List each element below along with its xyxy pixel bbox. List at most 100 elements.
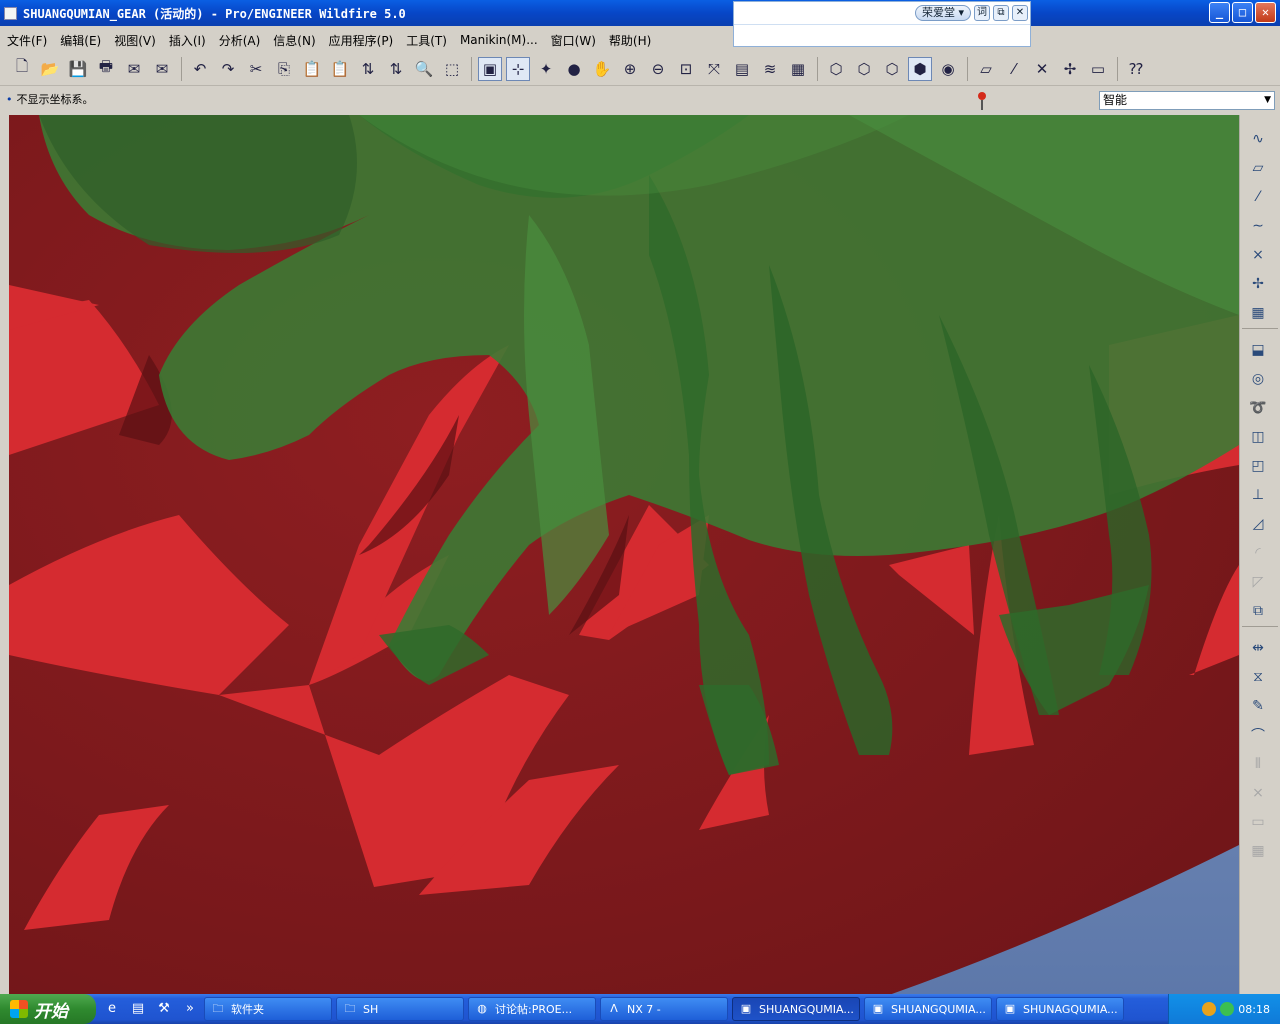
taskbar-button[interactable]: 🗀 软件夹 — [204, 997, 332, 1021]
shell-icon[interactable]: ◰ — [1246, 454, 1270, 478]
trim-icon[interactable]: ✎ — [1246, 694, 1270, 718]
select-box-icon[interactable]: ⬚ — [440, 57, 464, 81]
view-manager-icon[interactable]: ▣ — [478, 56, 502, 81]
paste-special-icon[interactable]: 📋 — [328, 57, 352, 81]
menu-item-4[interactable]: 分析(A) — [219, 32, 261, 49]
taskbar-button[interactable]: ◍ 讨论帖:PROE... — [468, 997, 596, 1021]
ime-word-button[interactable]: 词 — [974, 5, 990, 21]
sketch-icon[interactable]: ∿ — [1246, 127, 1270, 151]
refit-icon[interactable]: ⊡ — [674, 57, 698, 81]
taskbar-button[interactable]: ꓥ NX 7 - — [600, 997, 728, 1021]
title-bar[interactable]: SHUANGQUMIAN_GEAR (活动的) - Pro/ENGINEER W… — [0, 0, 1280, 26]
pattern-icon[interactable]: ⧉ — [1246, 599, 1270, 623]
menu-item-7[interactable]: 工具(T) — [406, 32, 447, 49]
layers-icon[interactable]: ≋ — [758, 57, 782, 81]
start-button[interactable]: 开始 — [0, 994, 96, 1024]
menu-item-9[interactable]: 窗口(W) — [551, 32, 596, 49]
datum-csys-icon[interactable]: ✢ — [1058, 57, 1082, 81]
taskbar-button[interactable]: 🗀 SH — [336, 997, 464, 1021]
notepad-icon[interactable]: ▤ — [128, 999, 148, 1019]
ime-restore-button[interactable]: ⧉ — [993, 5, 1009, 21]
menu-item-5[interactable]: 信息(N) — [273, 32, 315, 49]
thicken-icon[interactable]: ▭ — [1246, 810, 1270, 834]
menu-item-0[interactable]: 文件(F) — [7, 32, 47, 49]
datum-axis-icon[interactable]: ⁄ — [1246, 185, 1270, 209]
draft-icon[interactable]: ◿ — [1246, 512, 1270, 536]
datum-axes-icon[interactable]: ⁄ — [1002, 57, 1026, 81]
traffic-light-icon[interactable] — [976, 91, 988, 111]
tool-icon[interactable]: ⚒ — [154, 999, 174, 1019]
find-icon[interactable]: 🔍 — [412, 57, 436, 81]
qq-icon[interactable] — [1202, 1002, 1217, 1016]
quicklaunch-more-button[interactable]: » — [180, 999, 200, 1019]
network-icon[interactable] — [1220, 1002, 1235, 1016]
copy-icon[interactable]: ⎘ — [272, 57, 296, 81]
datum-point-icon[interactable]: × — [1246, 243, 1270, 267]
solidify-icon[interactable]: ▦ — [1246, 839, 1270, 863]
taskbar-button[interactable]: ▣ SHUANGQUMIA... — [864, 997, 992, 1021]
ime-name-button[interactable]: 荣爱堂 ▾ — [914, 5, 971, 21]
close-button[interactable]: ✕ — [1255, 2, 1276, 23]
minimize-button[interactable]: _ — [1209, 2, 1230, 23]
undo-icon[interactable]: ↶ — [188, 57, 212, 81]
paste-icon[interactable]: 📋 — [300, 57, 324, 81]
email-attach-icon[interactable]: ✉ — [150, 57, 174, 81]
ie-icon[interactable]: e — [102, 999, 122, 1019]
zoom-in-icon[interactable]: ⊕ — [618, 57, 642, 81]
reorient-icon[interactable]: ⤧ — [702, 57, 726, 81]
context-help-icon[interactable]: ⁇ — [1124, 57, 1148, 81]
wireframe-icon[interactable]: ⬡ — [824, 57, 848, 81]
clock[interactable]: 08:18 — [1238, 1003, 1270, 1016]
analysis-feature-icon[interactable]: ▦ — [1246, 301, 1270, 325]
chamfer-icon[interactable]: ◸ — [1246, 570, 1270, 594]
annotation-icon[interactable]: ▭ — [1086, 57, 1110, 81]
pan-icon[interactable]: ✋ — [590, 57, 614, 81]
extend-icon[interactable]: ⌒ — [1246, 723, 1270, 747]
menu-item-8[interactable]: Manikin(M)... — [460, 33, 538, 47]
ime-close-button[interactable]: ✕ — [1012, 5, 1028, 21]
menu-item-10[interactable]: 帮助(H) — [609, 32, 651, 49]
taskbar-button[interactable]: ▣ SHUNAGQUMIA... — [996, 997, 1124, 1021]
shading-icon[interactable]: ⬢ — [908, 56, 932, 81]
zoom-out-icon[interactable]: ⊖ — [646, 57, 670, 81]
offset-icon[interactable]: ⫴ — [1246, 752, 1270, 776]
extrude-icon[interactable]: ⬓ — [1246, 338, 1270, 362]
saved-views-icon[interactable]: ▤ — [730, 57, 754, 81]
intersect-icon[interactable]: ⨯ — [1246, 781, 1270, 805]
save-icon[interactable]: 💾 — [66, 57, 90, 81]
open-icon[interactable]: 📂 — [38, 57, 62, 81]
email-icon[interactable]: ✉ — [122, 57, 146, 81]
revolve-icon[interactable]: ◎ — [1246, 367, 1270, 391]
menu-item-3[interactable]: 插入(I) — [169, 32, 206, 49]
merge-icon[interactable]: ⧖ — [1246, 665, 1270, 689]
spin-center-icon[interactable]: ✦ — [534, 57, 558, 81]
regenerate-icon[interactable]: ⇅ — [356, 57, 380, 81]
print-icon[interactable]: 🖶 — [94, 57, 118, 81]
mirror-icon[interactable]: ⇹ — [1246, 636, 1270, 660]
selection-filter-select[interactable]: 智能 ▼ — [1099, 91, 1275, 110]
taskbar-button[interactable]: ▣ SHUANGQUMIA... — [732, 997, 860, 1021]
datum-csys-icon[interactable]: ✢ — [1246, 272, 1270, 296]
appearance-icon[interactable]: ● — [562, 57, 586, 81]
datum-points-icon[interactable]: ✕ — [1030, 57, 1054, 81]
enhanced-realism-icon[interactable]: ◉ — [936, 57, 960, 81]
new-icon[interactable]: 🗋 — [10, 57, 34, 81]
no-hidden-icon[interactable]: ⬡ — [880, 57, 904, 81]
sweep-icon[interactable]: ➰ — [1246, 396, 1270, 420]
menu-item-6[interactable]: 应用程序(P) — [329, 32, 394, 49]
hidden-line-icon[interactable]: ⬡ — [852, 57, 876, 81]
menu-item-2[interactable]: 视图(V) — [114, 32, 156, 49]
rib-icon[interactable]: ⊥ — [1246, 483, 1270, 507]
cut-icon[interactable]: ✂ — [244, 57, 268, 81]
graphics-viewport[interactable] — [9, 115, 1239, 995]
datum-plane-icon[interactable]: ▱ — [1246, 156, 1270, 180]
hole-icon[interactable]: ◫ — [1246, 425, 1270, 449]
regen-manager-icon[interactable]: ⇅ — [384, 57, 408, 81]
menu-item-1[interactable]: 编辑(E) — [60, 32, 101, 49]
left-splitter[interactable] — [0, 115, 9, 995]
datum-display-icon[interactable]: ⊹ — [506, 56, 530, 81]
round-icon[interactable]: ◜ — [1246, 541, 1270, 565]
redo-icon[interactable]: ↷ — [216, 57, 240, 81]
datum-planes-icon[interactable]: ▱ — [974, 57, 998, 81]
datum-curve-icon[interactable]: ∼ — [1246, 214, 1270, 238]
